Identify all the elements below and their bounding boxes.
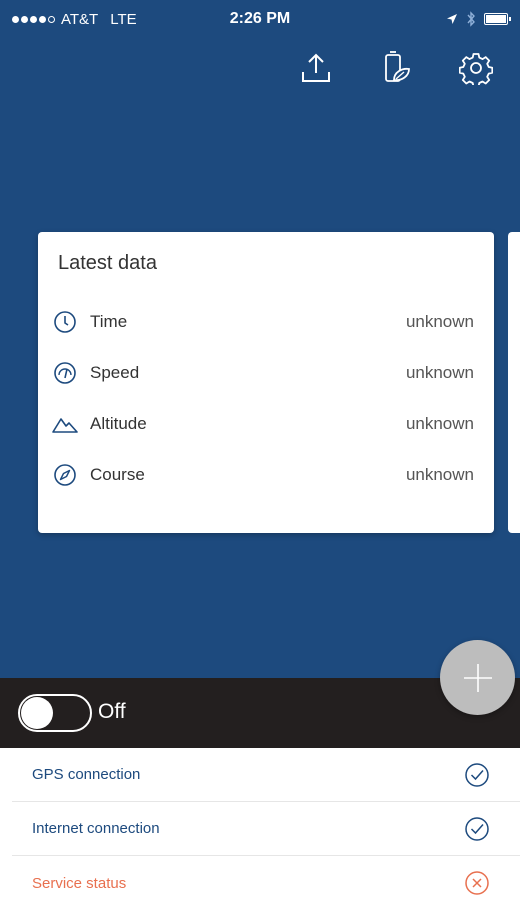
upload-icon	[302, 53, 330, 82]
check-circle-icon	[465, 816, 489, 841]
check-circle-icon	[465, 762, 489, 787]
battery-icon	[484, 13, 511, 25]
battery-leaf-icon	[385, 51, 410, 82]
data-row-altitude: Altitude unknown	[52, 409, 474, 439]
data-row-speed: Speed unknown	[52, 358, 474, 388]
toggle-knob	[21, 697, 53, 729]
status-list: GPS connection Internet connection Servi…	[12, 748, 520, 906]
speedometer-icon	[52, 360, 78, 386]
data-row-time: Time unknown	[52, 307, 474, 337]
settings-button[interactable]	[458, 50, 494, 86]
status-row-service[interactable]: Service status	[12, 856, 520, 906]
x-circle-icon	[465, 871, 489, 895]
bluetooth-icon	[467, 11, 475, 27]
clock-time: 2:26 PM	[229, 10, 291, 27]
gear-icon	[459, 53, 493, 85]
toggle-label: Off	[98, 700, 126, 723]
data-row-value: unknown	[405, 363, 474, 382]
status-label: Service status	[32, 874, 127, 892]
data-row-value: unknown	[405, 414, 474, 433]
data-row-course: Course unknown	[52, 460, 474, 490]
data-row-label: Time	[90, 312, 128, 331]
next-card-peek[interactable]	[508, 232, 520, 533]
service-toggle[interactable]	[18, 694, 92, 732]
latest-data-card: Latest data Time unknown Speed unknown A…	[38, 232, 494, 533]
status-bar: AT&T LTE 2:26 PM	[0, 0, 520, 40]
card-title: Latest data	[58, 252, 157, 274]
battery-saver-button[interactable]	[378, 50, 414, 86]
status-row-gps[interactable]: GPS connection	[12, 748, 520, 802]
data-row-label: Speed	[90, 363, 140, 382]
clock-icon	[52, 309, 78, 335]
data-row-value: unknown	[405, 312, 474, 331]
plus-icon	[463, 663, 492, 692]
location-arrow-icon	[447, 14, 457, 24]
add-button[interactable]	[440, 640, 515, 715]
status-label: Internet connection	[32, 820, 160, 837]
upload-button[interactable]	[298, 50, 334, 86]
status-right	[446, 11, 511, 27]
mountain-icon	[52, 411, 78, 437]
data-row-label: Course	[90, 465, 145, 484]
status-row-internet[interactable]: Internet connection	[12, 802, 520, 856]
data-row-value: unknown	[405, 465, 474, 484]
status-label: GPS connection	[32, 766, 141, 783]
data-row-label: Altitude	[90, 414, 147, 433]
compass-icon	[52, 462, 78, 488]
